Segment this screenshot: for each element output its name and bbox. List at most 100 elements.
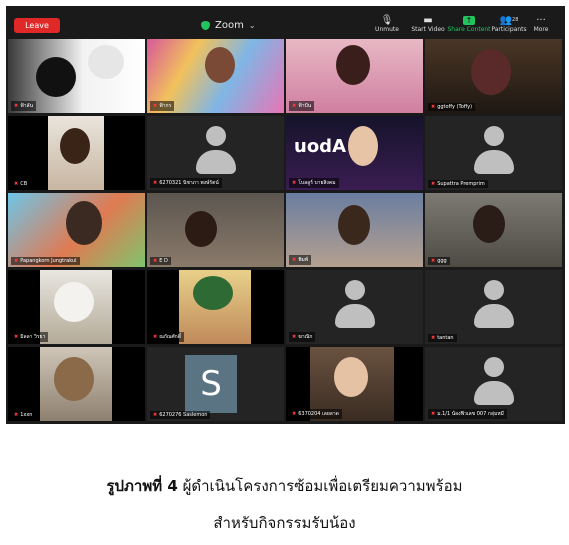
chevron-down-icon: ⌄ <box>248 20 256 30</box>
person-shape <box>60 128 90 164</box>
unmute-label: Unmute <box>375 26 399 33</box>
participant-name: ✖ ฟ้าลัน <box>11 101 37 111</box>
mic-off-icon: ✖ <box>14 181 19 187</box>
video-off-icon: ▬ <box>423 14 433 26</box>
mic-off-icon: ✖ <box>153 103 158 109</box>
participant-name: ✖ ม.1/1 น้องฟิวเลข 007 กลุ่มหมี <box>428 409 507 419</box>
dog-shape <box>54 282 94 322</box>
avatar-placeholder <box>474 126 514 176</box>
video-grid: ✖ ฟ้าลัน ✖ ฟ้ากร ✖ ฟ้าปัน ✖ ggtoffy (Toffy) … <box>6 38 565 424</box>
anime-character-shape <box>193 276 233 310</box>
participant-tile[interactable]: ✖ 6370204 เลยลาด <box>286 347 423 421</box>
more-label: More <box>533 26 549 33</box>
leave-button[interactable]: Leave <box>14 18 60 33</box>
mic-off-icon: ✖ <box>431 258 436 264</box>
mic-off-icon: ✖ <box>431 411 436 417</box>
avatar-placeholder <box>474 280 514 330</box>
person-shape <box>336 45 370 85</box>
participant-tile[interactable]: S ✖ 6270276 Saslemon <box>147 347 284 421</box>
mic-off-icon: ✖ <box>14 103 19 109</box>
more-icon: ··· <box>536 14 546 26</box>
mic-off-icon: ✖ <box>153 334 158 340</box>
participant-name: ✖ Supattra Premprim <box>428 180 488 188</box>
mic-off-icon: ✖ <box>292 103 297 109</box>
participant-name: ✖ 6270321 นิชาภา พงษ์รัตน์ <box>150 178 222 188</box>
mic-off-icon: ✖ <box>431 104 436 110</box>
participant-tile[interactable]: ✖ ggtoffy (Toffy) <box>425 39 562 113</box>
mic-off-icon: ✖ <box>14 412 19 418</box>
participant-name: ✖ ฆาณิก <box>289 332 316 342</box>
participant-tile[interactable]: ✖ พิมพ์ <box>286 193 423 267</box>
initial-avatar: S <box>185 355 237 413</box>
meeting-title[interactable]: Zoom ⌄ <box>201 17 256 33</box>
participant-tile-active-speaker[interactable]: ✖ Papangkorn Jungtrakul <box>8 193 145 267</box>
participant-name: ✖ tantan <box>428 334 457 342</box>
figure-caption-text-1: ผู้ดำเนินโครงการซ้อมเพื่อเตรียมความพร้อม <box>182 477 463 495</box>
participant-tile[interactable]: ✖ ฟ้าปัน <box>286 39 423 113</box>
participant-name: ✖ ggtoffy (Toffy) <box>428 103 476 111</box>
figure-label: รูปภาพที่ 4 <box>106 477 178 495</box>
share-icon: ↑ <box>463 14 475 26</box>
person-shape <box>348 126 378 166</box>
participant-tile[interactable]: ✖ ฟ้ากร <box>147 39 284 113</box>
participant-name: ✖ 6370204 เลยลาด <box>289 409 342 419</box>
person-shape <box>66 201 102 245</box>
participant-name: ✖ E D <box>150 257 171 265</box>
participant-tile[interactable]: ✖ E D <box>147 193 284 267</box>
mic-off-icon: ✖ <box>14 258 19 264</box>
more-button[interactable]: ··· More <box>516 14 565 38</box>
mic-off-icon: ✖ <box>14 334 19 340</box>
figure-caption-line-1: รูปภาพที่ 4 ผู้ดำเนินโครงการซ้อมเพื่อเตร… <box>0 474 569 498</box>
participant-tile[interactable]: ✖ 1xxn <box>8 347 145 421</box>
participant-tile[interactable]: ✖ tantan <box>425 270 562 344</box>
participant-tile[interactable]: ✖ ggg <box>425 193 562 267</box>
avatar-placeholder <box>474 357 514 407</box>
participant-name: ✖ ฟ้ากร <box>150 101 175 111</box>
cat-shape <box>88 45 124 79</box>
video-overlay-text: uodA <box>294 136 346 157</box>
participant-name: ✖ Papangkorn Jungtrakul <box>11 257 80 265</box>
figure-caption-line-2: สำหรับกิจกรรมรับน้อง <box>0 511 569 535</box>
mic-off-icon: ✖ <box>431 181 436 187</box>
app-title: Zoom <box>215 19 244 31</box>
participant-tile[interactable]: ✖ ฟ้าลัน <box>8 39 145 113</box>
mic-off-icon: ✖ <box>153 412 158 418</box>
cat-shape <box>54 357 94 401</box>
participant-name: ✖ ggg <box>428 257 450 265</box>
participant-tile[interactable]: uodA ✖ โบลลูร์ บายสิงคม <box>286 116 423 190</box>
participant-name: ✖ ณกัณศักดิ์ <box>150 332 184 342</box>
mic-off-icon: ✖ <box>292 257 297 263</box>
participant-tile[interactable]: ✖ มิลลา วิรยา <box>8 270 145 344</box>
participant-tile[interactable]: ✖ 6270321 นิชาภา พงษ์รัตน์ <box>147 116 284 190</box>
participant-tile[interactable]: ✖ ฆาณิก <box>286 270 423 344</box>
meeting-toolbar: Leave Zoom ⌄ 🎙 Unmute ▬ Start Video ↑ Sh… <box>6 6 565 38</box>
person-shape <box>205 47 235 83</box>
mic-off-icon: ✖ <box>153 180 158 186</box>
participant-name: ✖ CB <box>11 180 31 188</box>
shield-icon <box>201 20 210 30</box>
participant-name: ✖ มิลลา วิรยา <box>11 332 49 342</box>
participant-name: ✖ ฟ้าปัน <box>289 101 315 111</box>
mic-off-icon: 🎙 <box>380 14 394 26</box>
person-shape <box>471 49 511 95</box>
participant-name: ✖ โบลลูร์ บายสิงคม <box>289 178 339 188</box>
person-shape <box>185 211 217 247</box>
participant-tile[interactable]: ✖ ม.1/1 น้องฟิวเลข 007 กลุ่มหมี <box>425 347 562 421</box>
participant-tile[interactable]: ✖ Supattra Premprim <box>425 116 562 190</box>
figure-caption-text-2: สำหรับกิจกรรมรับน้อง <box>213 514 356 532</box>
mic-off-icon: ✖ <box>292 180 297 186</box>
headphones-shape <box>36 57 76 97</box>
participant-tile[interactable]: ✖ ณกัณศักดิ์ <box>147 270 284 344</box>
mic-off-icon: ✖ <box>153 258 158 264</box>
person-shape <box>338 205 370 245</box>
start-video-label: Start Video <box>411 26 445 33</box>
person-shape <box>334 357 368 397</box>
avatar-placeholder <box>335 280 375 330</box>
zoom-meeting-window: Leave Zoom ⌄ 🎙 Unmute ▬ Start Video ↑ Sh… <box>6 6 565 424</box>
avatar-placeholder <box>196 126 236 176</box>
mic-off-icon: ✖ <box>292 334 297 340</box>
mic-off-icon: ✖ <box>431 335 436 341</box>
participant-name: ✖ 6270276 Saslemon <box>150 411 211 419</box>
person-shape <box>473 205 505 243</box>
participant-tile[interactable]: ✖ CB <box>8 116 145 190</box>
